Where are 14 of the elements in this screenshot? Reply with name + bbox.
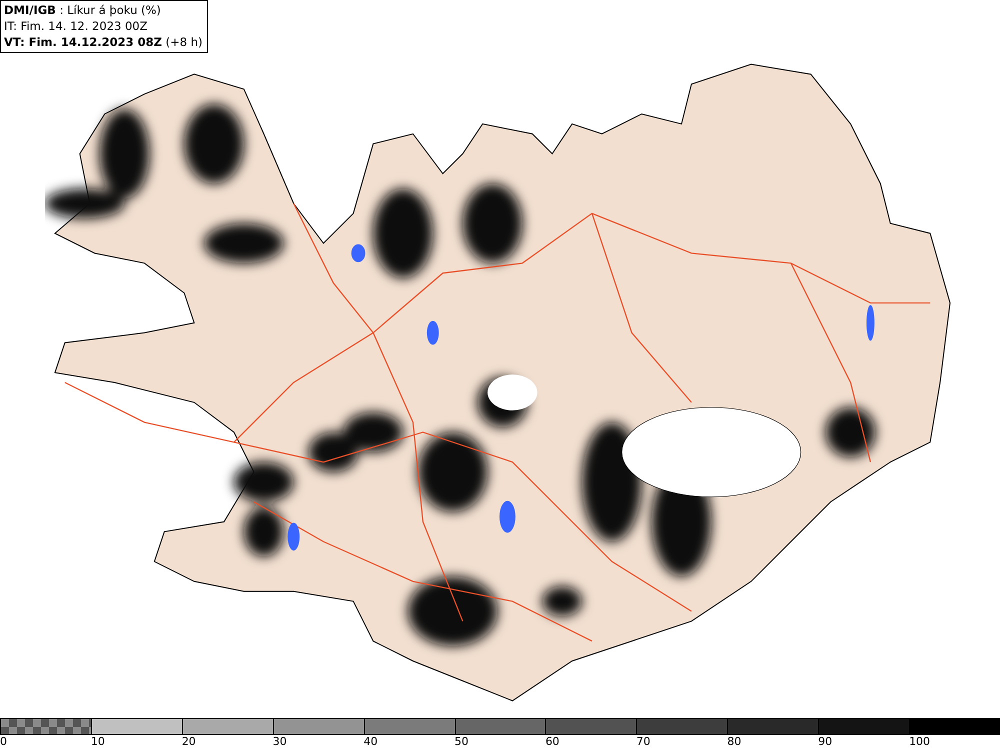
legend-label: 40 — [364, 735, 378, 749]
legend-label: 0 — [0, 735, 7, 749]
legend-label: 90 — [818, 735, 832, 749]
map-info-line: VT: Fim. 14.12.2023 08Z (+8 h) — [4, 34, 202, 50]
legend-label: 10 — [90, 735, 105, 749]
legend-label: 20 — [182, 735, 196, 749]
map-info-line: IT: Fim. 14. 12. 2023 00Z — [4, 18, 148, 34]
legend-label: 50 — [454, 735, 469, 749]
legend-label: 30 — [272, 735, 287, 749]
legend-label: 80 — [727, 735, 742, 749]
legend-label: 70 — [636, 735, 650, 749]
legend-label: 60 — [545, 735, 560, 749]
map-info-line: DMI/IGB : Líkur á þoku (%) — [4, 2, 162, 18]
legend-label: 100 — [909, 735, 930, 749]
